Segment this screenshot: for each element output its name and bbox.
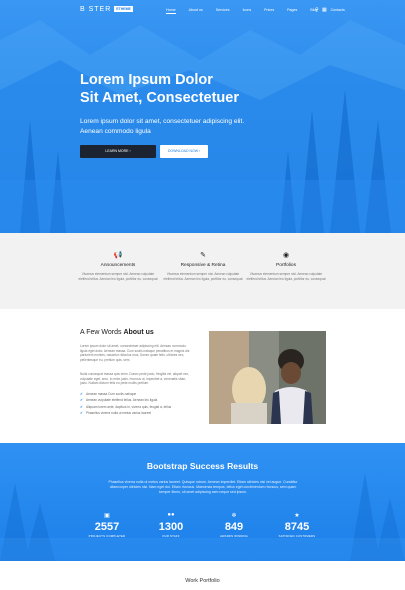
learn-more-button[interactable]: LEARN MORE › xyxy=(80,145,156,158)
feature-title: Announcements xyxy=(100,263,136,268)
logo-badge: ETHEME xyxy=(114,6,133,12)
feature-title: Portfolios xyxy=(276,263,296,268)
feature-card: ✎ Responsive & Retina Vivamus elementum … xyxy=(161,251,245,281)
stat-number: 2557 xyxy=(94,521,120,533)
portfolio-title: Work Portfolio xyxy=(185,578,220,584)
megaphone-icon: 📢 xyxy=(113,252,123,259)
feature-title: Responsive & Retina xyxy=(180,263,226,268)
download-now-button[interactable]: DOWNLOAD NOW › xyxy=(160,145,208,158)
stat-item: ▣ 2557 PROJECTS COMPLETED xyxy=(77,512,137,538)
list-item: ✔ Phasellus viverra nulla ut metus varius… xyxy=(80,411,200,417)
features-section: 📢 Announcements Vivamus elementum semper… xyxy=(0,233,405,309)
stat-number: 8745 xyxy=(284,521,310,533)
pen-icon: ✎ xyxy=(200,252,206,259)
about-checklist: ✔ Aenean massa Cum sociis natoque ✔ Aenean… xyxy=(80,392,200,417)
list-item-text: Aenean vulputate eleifend tellus. Aenean… xyxy=(86,398,158,403)
hero-title-line-2: Sit Amet, Consectetuer xyxy=(80,90,239,106)
about-paragraph-1: Lorem ipsum dolor sit amet, consectetuer… xyxy=(80,344,190,362)
trophy-icon: ★ xyxy=(294,513,300,519)
stat-item: ★ 8745 SATISFIED CUSTOMERS xyxy=(267,512,327,538)
about-title-bold: About us xyxy=(123,329,154,336)
feature-text: Vivamus elementum semper nisi. Aenean vu… xyxy=(78,272,158,281)
top-navbar: B STER ETHEME Home About us Services Icon… xyxy=(0,0,405,22)
search-icon[interactable]: ⚲ xyxy=(315,7,319,13)
stat-label: SATISFIED CUSTOMERS xyxy=(278,534,316,538)
site-logo[interactable]: B STER ETHEME xyxy=(80,6,133,13)
list-item-text: Phasellus viverra nulla ut metus varius … xyxy=(86,410,152,415)
about-photo xyxy=(209,331,326,424)
stats-title: Bootstrap Success Results xyxy=(146,461,259,471)
hero-title: Lorem Ipsum Dolor Sit Amet, Consectetuer xyxy=(80,71,310,107)
list-item-text: Aliquam lorem ante, dapibus in, viverra … xyxy=(86,404,172,409)
hero-section: B STER ETHEME Home About us Services Icon… xyxy=(0,0,405,233)
menu-item-icons[interactable]: Icons xyxy=(243,8,252,14)
feature-text: Vivamus elementum semper nisi. Aenean vu… xyxy=(163,272,243,281)
feature-card: ◉ Portfolios Vivamus elementum semper ni… xyxy=(244,251,328,281)
menu-item-home[interactable]: Home xyxy=(166,8,176,14)
users-icon: ●● xyxy=(167,512,175,518)
logo-text: B STER xyxy=(80,6,112,13)
stats-section: Bootstrap Success Results Phasellus vive… xyxy=(0,443,405,561)
stats-text: Phasellus viverra nulla ut metus varius … xyxy=(108,480,298,494)
feature-text: Vivamus elementum semper nisi. Aenean vu… xyxy=(246,272,326,281)
camera-icon: ◉ xyxy=(282,252,290,259)
stat-number: 1300 xyxy=(158,521,184,533)
check-icon: ✔ xyxy=(80,398,84,403)
stat-number: 849 xyxy=(224,521,244,533)
feature-card: 📢 Announcements Vivamus elementum semper… xyxy=(76,251,160,281)
check-icon: ✔ xyxy=(80,410,84,415)
stat-label: PROJECTS COMPLETED xyxy=(88,534,126,538)
hero-title-line-1: Lorem Ipsum Dolor xyxy=(80,72,213,88)
main-menu: Home About us Services Icons Prices Page… xyxy=(166,8,358,14)
menu-item-prices[interactable]: Prices xyxy=(264,8,274,14)
snowflake-icon: ❄ xyxy=(231,513,237,519)
menu-item-pages[interactable]: Pages xyxy=(287,8,297,14)
about-paragraph-2: Nulla consequat massa quis enim. Donec p… xyxy=(80,372,190,386)
grid-icon[interactable]: ▦ xyxy=(322,7,327,13)
check-icon: ✔ xyxy=(80,392,84,396)
check-icon: ✔ xyxy=(80,404,84,409)
stat-item: ❄ 849 AWARDS WINNING xyxy=(204,512,264,538)
about-title: A Few Words About us xyxy=(80,329,154,336)
menu-item-services[interactable]: Services xyxy=(216,8,230,14)
stat-item: ●● 1300 OUR STAFF xyxy=(141,512,201,538)
stat-label: OUR STAFF xyxy=(162,534,180,538)
list-item-text: Aenean massa Cum sociis natoque xyxy=(86,392,137,396)
menu-item-about[interactable]: About us xyxy=(189,8,203,14)
briefcase-icon: ▣ xyxy=(104,513,110,519)
hero-subtitle: Lorem ipsum dolor sit amet, consectetuer… xyxy=(80,118,245,135)
about-title-plain: A Few Words xyxy=(80,329,124,336)
stat-label: AWARDS WINNING xyxy=(219,534,249,538)
menu-item-contacts[interactable]: Contacts xyxy=(331,8,345,14)
